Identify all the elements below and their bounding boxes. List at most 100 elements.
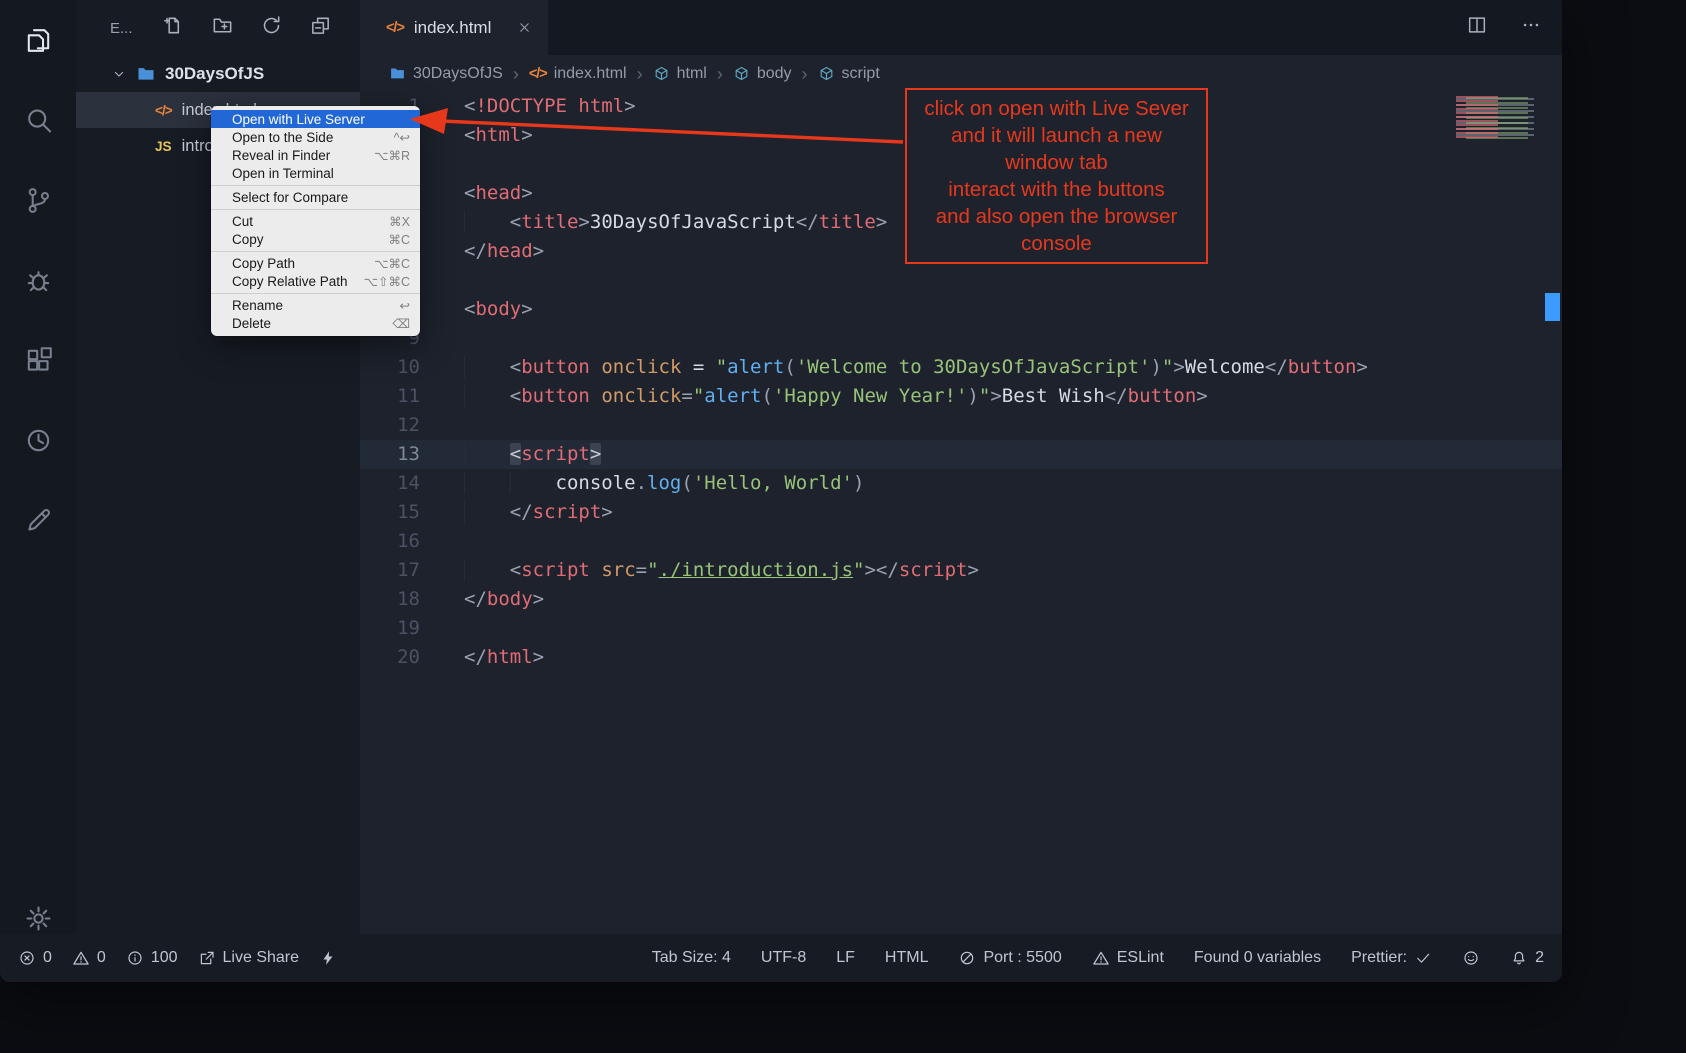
code-line-17[interactable]: 17 <script src="./introduction.js"></scr… <box>360 556 1562 585</box>
status-item-encoding[interactable]: UTF-8 <box>761 949 806 967</box>
code-line-15[interactable]: 15 </script> <box>360 498 1562 527</box>
menu-item-reveal-in-finder[interactable]: Reveal in Finder⌥⌘R <box>211 146 420 164</box>
tab-index-html[interactable]: </>index.html <box>360 0 548 55</box>
status-item-prettier[interactable]: Prettier: <box>1351 949 1432 967</box>
menu-item-shortcut: ⌘X <box>389 214 410 229</box>
menu-item-label: Open to the Side <box>232 130 333 145</box>
activity-bar-item-source-control[interactable] <box>0 160 76 240</box>
menu-item-label: Copy <box>232 232 264 247</box>
breadcrumb-item-script[interactable]: script <box>818 65 880 83</box>
status-item-errors[interactable]: 0 <box>18 949 52 967</box>
tab-bar: </>index.html <box>360 0 1562 55</box>
code-line-19[interactable]: 19 <box>360 614 1562 643</box>
status-bar-left: 0 0 100 Live Share <box>18 949 337 967</box>
code-line-9[interactable]: 9 <box>360 324 1562 353</box>
menu-item-shortcut: ⌥⇧⌘C <box>364 274 410 289</box>
menu-item-select-for-compare[interactable]: Select for Compare <box>211 188 420 206</box>
editor-action-more-actions[interactable] <box>1520 14 1542 41</box>
line-number: 16 <box>360 527 420 556</box>
status-item-eslint[interactable]: ESLint <box>1092 949 1164 967</box>
status-item-notifications[interactable]: 2 <box>1510 949 1544 967</box>
menu-item-copy-relative-path[interactable]: Copy Relative Path ⌥⇧⌘C <box>211 272 420 290</box>
breadcrumb-label: index.html <box>554 65 627 83</box>
breadcrumb-item-30daysofjs[interactable]: 30DaysOfJS <box>389 65 503 83</box>
line-number: 18 <box>360 585 420 614</box>
activity-bar-item-explorer[interactable] <box>0 0 76 80</box>
editor-action-split-editor[interactable] <box>1466 14 1488 41</box>
status-item-found-variables[interactable]: Found 0 variables <box>1194 949 1321 967</box>
code-line-13[interactable]: 13 <script> <box>360 440 1562 469</box>
status-item-info[interactable]: 100 <box>126 949 178 967</box>
line-number: 19 <box>360 614 420 643</box>
minimap[interactable] <box>1456 96 1540 140</box>
menu-item-shortcut: ⌥⌘R <box>374 148 410 163</box>
line-content: <html> <box>464 121 533 150</box>
line-content: <head> <box>464 179 533 208</box>
code-line-7[interactable]: 7 <box>360 266 1562 295</box>
explorer-action-new-file[interactable] <box>162 14 185 42</box>
status-item-feedback-smiley[interactable] <box>1462 949 1480 967</box>
activity-bar-item-search[interactable] <box>0 80 76 160</box>
status-item-eol[interactable]: LF <box>836 949 855 967</box>
status-item-language-mode[interactable]: HTML <box>885 949 929 967</box>
code-line-20[interactable]: 20</html> <box>360 643 1562 672</box>
html-file-icon: </> <box>529 66 547 82</box>
status-item-lightning[interactable] <box>319 949 337 967</box>
menu-item-copy-path[interactable]: Copy Path⌥⌘C <box>211 254 420 272</box>
menu-separator <box>211 209 420 210</box>
new-folder-icon <box>211 14 234 37</box>
status-item-live-share[interactable]: Live Share <box>198 949 300 967</box>
menu-item-delete[interactable]: Delete⌫ <box>211 314 420 332</box>
chevron-right-icon: › <box>513 65 519 83</box>
activity-bar-item-run-and-debug[interactable] <box>0 240 76 320</box>
status-text: HTML <box>885 949 929 967</box>
menu-separator <box>211 293 420 294</box>
status-item-tab-size[interactable]: Tab Size: 4 <box>652 949 731 967</box>
close-icon[interactable] <box>517 20 532 35</box>
menu-item-open-with-live-server[interactable]: Open with Live Server <box>211 110 420 128</box>
menu-item-open-to-the-side[interactable]: Open to the Side^↩ <box>211 128 420 146</box>
activity-bar-item-extensions[interactable] <box>0 320 76 400</box>
code-line-12[interactable]: 12 <box>360 411 1562 440</box>
annotation-line: interact with the buttons <box>909 176 1204 203</box>
status-text: 0 <box>43 949 52 967</box>
code-line-10[interactable]: 10 <button onclick = "alert('Welcome to … <box>360 353 1562 382</box>
status-bar: 0 0 100 Live Share Tab Size: 4 UTF-8 LF HTML Po… <box>0 934 1562 982</box>
line-content: </body> <box>464 585 544 614</box>
breadcrumb-item-html[interactable]: html <box>653 65 707 83</box>
status-text: Prettier: <box>1351 949 1407 967</box>
bell-icon <box>1510 949 1528 967</box>
status-item-live-server-port[interactable]: Port : 5500 <box>958 949 1061 967</box>
status-text: Tab Size: 4 <box>652 949 731 967</box>
code-line-16[interactable]: 16 <box>360 527 1562 556</box>
html-file-icon: </> <box>386 20 404 36</box>
explorer-action-collapse-all[interactable] <box>309 14 332 42</box>
menu-item-cut[interactable]: Cut⌘X <box>211 212 420 230</box>
breadcrumb-item-index-html[interactable]: </> index.html <box>529 65 627 83</box>
symbol-cube-icon <box>653 65 670 82</box>
menu-item-label: Select for Compare <box>232 190 348 205</box>
line-content: console.log('Hello, World') <box>464 469 864 498</box>
explorer-action-refresh[interactable] <box>260 14 283 42</box>
code-line-11[interactable]: 11 <button onclick="alert('Happy New Yea… <box>360 382 1562 411</box>
files-icon <box>23 25 54 56</box>
workspace-folder-row[interactable]: 30DaysOfJS <box>76 56 360 92</box>
code-line-18[interactable]: 18 </body> <box>360 585 1562 614</box>
line-content: <button onclick = "alert('Welcome to 30D… <box>464 353 1368 382</box>
breadcrumb-label: 30DaysOfJS <box>413 65 503 83</box>
activity-bar-item-edit-session[interactable] <box>0 480 76 560</box>
chevron-right-icon: › <box>717 65 723 83</box>
breadcrumb-item-body[interactable]: body <box>733 65 792 83</box>
code-line-8[interactable]: 8<body> <box>360 295 1562 324</box>
menu-item-rename[interactable]: Rename↩ <box>211 296 420 314</box>
activity-bar-item-history[interactable] <box>0 400 76 480</box>
menu-item-open-in-terminal[interactable]: Open in Terminal <box>211 164 420 182</box>
explorer-action-new-folder[interactable] <box>211 14 234 42</box>
code-line-14[interactable]: 14 console.log('Hello, World') <box>360 469 1562 498</box>
annotation-line: window tab <box>909 149 1204 176</box>
menu-item-label: Copy Relative Path <box>232 274 348 289</box>
annotation-box: click on open with Live Severand it will… <box>905 88 1208 264</box>
context-menu: Open with Live ServerOpen to the Side^↩R… <box>211 106 420 336</box>
status-item-warnings[interactable]: 0 <box>72 949 106 967</box>
menu-item-copy[interactable]: Copy⌘C <box>211 230 420 248</box>
